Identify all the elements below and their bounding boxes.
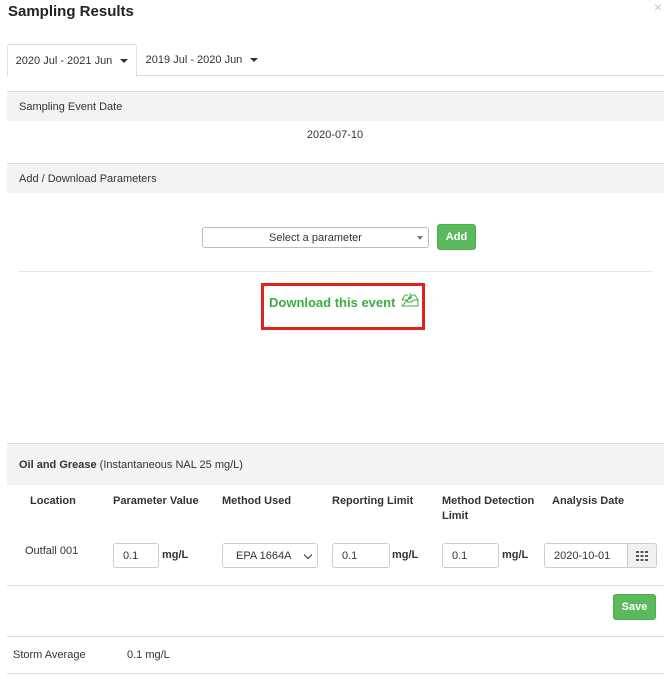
- parameters-header: Add / Download Parameters: [7, 163, 664, 193]
- parameter-block-header: Oil and Grease (Instantaneous NAL 25 mg/…: [7, 443, 664, 485]
- year-tabs: 2020 Jul - 2021 Jun 2019 Jul - 2020 Jun: [7, 44, 664, 77]
- location-value: Outfall 001: [25, 545, 79, 557]
- chevron-down-icon: [303, 550, 313, 560]
- parameter-name: Oil and Grease: [19, 458, 97, 471]
- download-event-link[interactable]: Download this event: [269, 292, 419, 310]
- caret-down-icon: [120, 58, 129, 63]
- save-button[interactable]: Save: [613, 594, 656, 620]
- parameter-select-value: Select a parameter: [269, 231, 362, 244]
- divider: [7, 585, 664, 586]
- divider: [18, 271, 653, 272]
- sampling-event-date: 2020-07-10: [306, 129, 364, 141]
- mdl-unit: mg/L: [502, 549, 529, 561]
- column-header-parameter-value: Parameter Value: [113, 495, 199, 507]
- divider: [7, 636, 664, 637]
- storm-average-value: 0.1 mg/L: [127, 649, 170, 661]
- parameter-select[interactable]: Select a parameter: [202, 227, 429, 248]
- divider: [7, 673, 664, 674]
- inbox-download-icon: [401, 292, 419, 306]
- parameter-value-input[interactable]: 0.1: [113, 543, 159, 568]
- column-header-line: Method Detection: [442, 495, 535, 507]
- column-header-method-detection-limit: Method Detection Limit: [442, 494, 534, 524]
- calendar-button[interactable]: [627, 543, 657, 568]
- tab-2019-2020[interactable]: 2019 Jul - 2020 Jun: [138, 44, 266, 76]
- modal-title: Sampling Results: [8, 3, 134, 20]
- caret-down-icon: [250, 58, 259, 62]
- method-used-select[interactable]: EPA 1664A: [222, 543, 318, 568]
- chevron-down-icon: [417, 236, 423, 240]
- column-header-line: Limit: [442, 510, 469, 522]
- column-header-reporting-limit: Reporting Limit: [332, 495, 414, 507]
- analysis-date-input[interactable]: 2020-10-01: [544, 543, 628, 568]
- calendar-grid-icon: [636, 550, 648, 561]
- method-used-value: EPA 1664A: [236, 549, 292, 562]
- reporting-limit-input[interactable]: 0.1: [332, 543, 390, 568]
- reporting-limit-unit: mg/L: [392, 549, 419, 561]
- tab-label: 2019 Jul - 2020 Jun: [145, 54, 243, 66]
- column-header-analysis-date: Analysis Date: [552, 495, 625, 507]
- storm-average-label: Storm Average: [13, 649, 86, 661]
- mdl-input[interactable]: 0.1: [442, 543, 499, 568]
- parameter-detail: (Instantaneous NAL 25 mg/L): [99, 458, 243, 471]
- close-icon[interactable]: ×: [654, 0, 662, 14]
- column-header-method-used: Method Used: [222, 495, 292, 507]
- sampling-event-header: Sampling Event Date: [7, 91, 664, 121]
- download-event-label: Download this event: [269, 295, 396, 310]
- tab-2020-2021[interactable]: 2020 Jul - 2021 Jun: [7, 44, 137, 77]
- tab-label: 2020 Jul - 2021 Jun: [15, 54, 113, 67]
- add-parameter-button[interactable]: Add: [437, 224, 476, 250]
- column-header-location: Location: [30, 495, 76, 507]
- parameter-value-unit: mg/L: [162, 549, 189, 561]
